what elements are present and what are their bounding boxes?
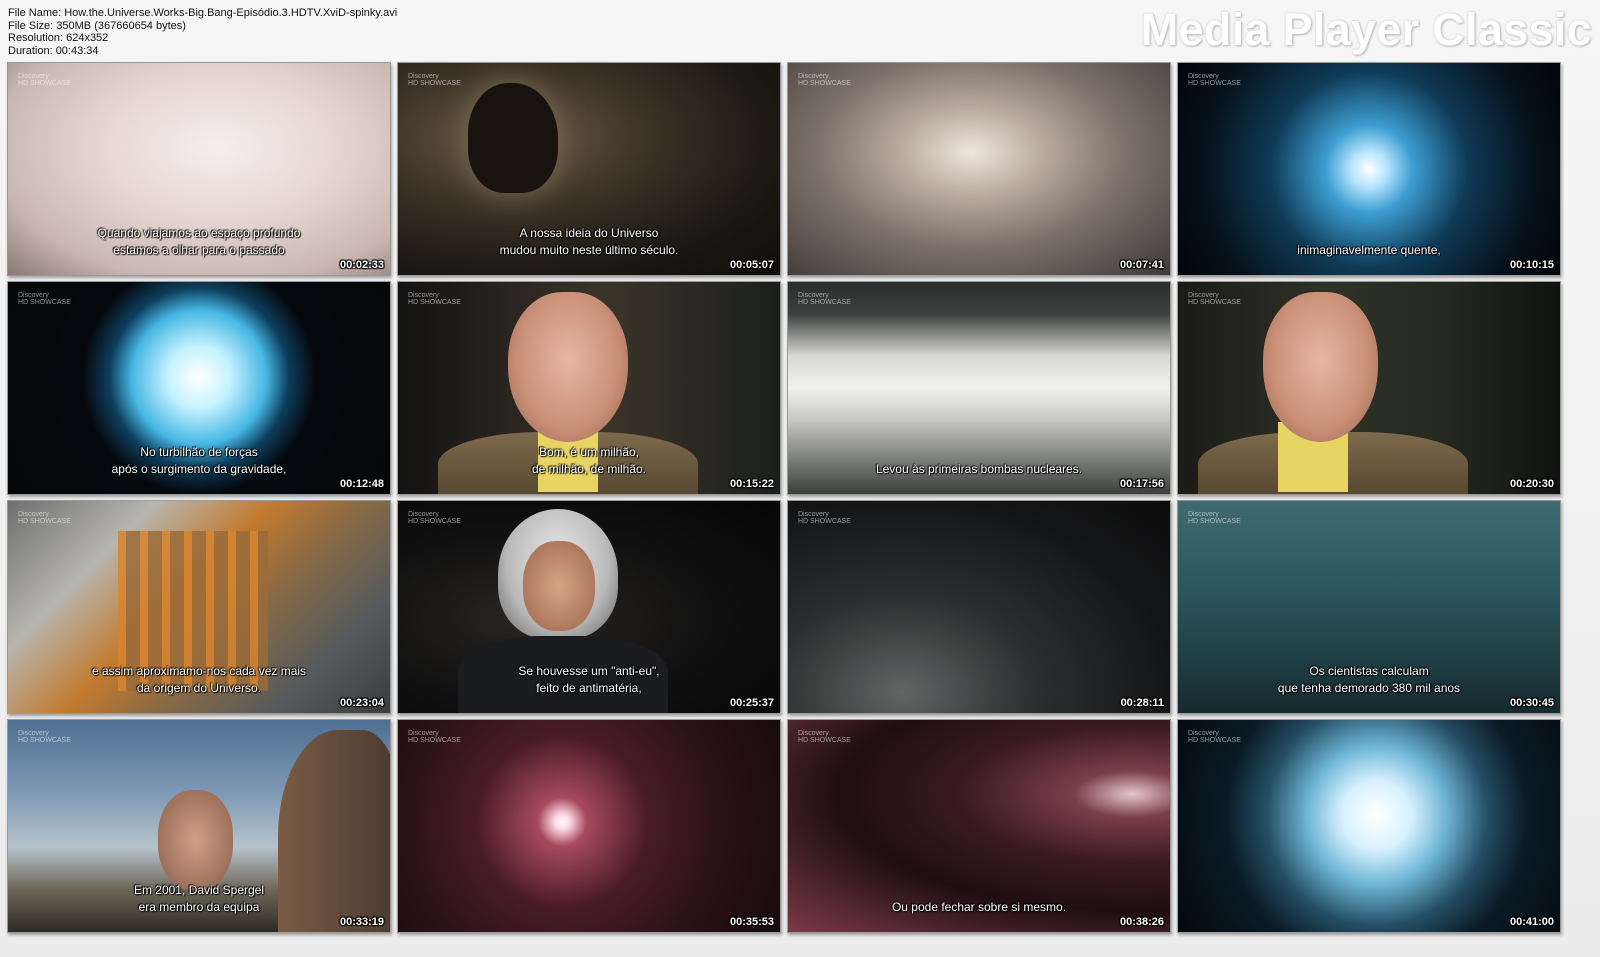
timestamp: 00:35:53	[729, 916, 774, 928]
file-info: File Name: How.the.Universe.Works-Big.Ba…	[8, 7, 397, 57]
timestamp: 00:25:37	[729, 697, 774, 709]
subtitle: Em 2001, David Spergel era membro da equi…	[133, 883, 265, 914]
subtitle: Quando viajamos ao espaço profundo estamo…	[97, 226, 301, 257]
thumbnail-grid: Discovery HD SHOWCASE Quando viajamos ao …	[7, 62, 1593, 933]
subtitle: Ou pode fechar sobre si mesmo.	[891, 900, 1067, 914]
thumbnail-sheet: File Name: How.the.Universe.Works-Big.Ba…	[0, 0, 1600, 957]
timestamp: 00:15:22	[729, 478, 774, 490]
channel-logo: Discovery HD SHOWCASE	[798, 73, 851, 87]
timestamp: 00:33:19	[339, 916, 384, 928]
scene-image	[1178, 720, 1560, 932]
scene-image	[398, 720, 780, 932]
file-size: File Size: 350MB (367660654 bytes)	[8, 19, 186, 32]
timestamp: 00:10:15	[1509, 259, 1554, 271]
timestamp: 00:12:48	[339, 478, 384, 490]
thumbnail-11[interactable]: Discovery HD SHOWCASE 00:28:11	[787, 500, 1171, 714]
channel-logo: Discovery HD SHOWCASE	[798, 511, 851, 525]
thumbnail-12[interactable]: Discovery HD SHOWCASE Os cientistas calcu…	[1177, 500, 1561, 714]
channel-logo: Discovery HD SHOWCASE	[18, 73, 71, 87]
subtitle: Bom, é um milhão, de milhão, de milhão.	[531, 445, 647, 476]
duration: Duration: 00:43:34	[8, 44, 99, 57]
thumbnail-13[interactable]: Discovery HD SHOWCASE Em 2001, David Sper…	[7, 719, 391, 933]
thumbnail-3[interactable]: Discovery HD SHOWCASE 00:07:41	[787, 62, 1171, 276]
timestamp: 00:17:56	[1119, 478, 1164, 490]
thumbnail-5[interactable]: Discovery HD SHOWCASE No turbilhão de for…	[7, 281, 391, 495]
subtitle: Os cientistas calculam que tenha demorado…	[1277, 664, 1461, 695]
timestamp: 00:07:41	[1119, 259, 1164, 271]
channel-logo: Discovery HD SHOWCASE	[18, 730, 71, 744]
thumbnail-16[interactable]: Discovery HD SHOWCASE 00:41:00	[1177, 719, 1561, 933]
timestamp: 00:02:33	[339, 259, 384, 271]
thumbnail-4[interactable]: Discovery HD SHOWCASE inimaginavelmente q…	[1177, 62, 1561, 276]
channel-logo: Discovery HD SHOWCASE	[798, 730, 851, 744]
channel-logo: Discovery HD SHOWCASE	[18, 511, 71, 525]
channel-logo: Discovery HD SHOWCASE	[1188, 511, 1241, 525]
file-name: File Name: How.the.Universe.Works-Big.Ba…	[8, 7, 398, 19]
channel-logo: Discovery HD SHOWCASE	[798, 292, 851, 306]
app-brand-title: Media Player Classic	[1140, 4, 1592, 55]
thumbnail-1[interactable]: Discovery HD SHOWCASE Quando viajamos ao …	[7, 62, 391, 276]
thumbnail-15[interactable]: Discovery HD SHOWCASE Ou pode fechar sobr…	[787, 719, 1171, 933]
channel-logo: Discovery HD SHOWCASE	[408, 730, 461, 744]
channel-logo: Discovery HD SHOWCASE	[408, 292, 461, 306]
channel-logo: Discovery HD SHOWCASE	[18, 292, 71, 306]
timestamp: 00:20:30	[1509, 478, 1554, 490]
timestamp: 00:23:04	[339, 697, 384, 709]
channel-logo: Discovery HD SHOWCASE	[408, 511, 461, 525]
thumbnail-6[interactable]: Discovery HD SHOWCASE Bom, é um milhão, de…	[397, 281, 781, 495]
timestamp: 00:28:11	[1120, 697, 1164, 709]
resolution: Resolution: 624x352	[8, 32, 109, 44]
thumbnail-14[interactable]: Discovery HD SHOWCASE 00:35:53	[397, 719, 781, 933]
timestamp: 00:30:45	[1509, 697, 1554, 709]
thumbnail-9[interactable]: Discovery HD SHOWCASE e assim aproximamo-…	[7, 500, 391, 714]
scene-image	[788, 501, 1170, 713]
thumbnail-2[interactable]: Discovery HD SHOWCASE A nossa ideia do Un…	[397, 62, 781, 276]
channel-logo: Discovery HD SHOWCASE	[1188, 292, 1241, 306]
thumbnail-10[interactable]: Discovery HD SHOWCASE Se houvesse um "ant…	[397, 500, 781, 714]
subtitle: inimaginavelmente quente,	[1297, 243, 1441, 257]
timestamp: 00:41:00	[1509, 916, 1554, 928]
channel-logo: Discovery HD SHOWCASE	[408, 73, 461, 87]
timestamp: 00:05:07	[729, 259, 774, 271]
timestamp: 00:38:26	[1119, 916, 1164, 928]
subtitle: A nossa ideia do Universo mudou muito nes…	[499, 226, 679, 257]
subtitle: Levou às primeiras bombas nucleares.	[875, 462, 1083, 476]
scene-image	[1178, 282, 1560, 494]
channel-logo: Discovery HD SHOWCASE	[1188, 73, 1241, 87]
subtitle: No turbilhão de forças após o surgimento …	[111, 445, 287, 476]
scene-image	[788, 63, 1170, 275]
subtitle: Se houvesse um "anti-eu", feito de antima…	[518, 664, 660, 695]
channel-logo: Discovery HD SHOWCASE	[1188, 730, 1241, 744]
subtitle: e assim aproximamo-nos cada vez mais da o…	[91, 664, 307, 695]
thumbnail-8[interactable]: Discovery HD SHOWCASE 00:20:30	[1177, 281, 1561, 495]
thumbnail-7[interactable]: Discovery HD SHOWCASE Levou às primeiras …	[787, 281, 1171, 495]
